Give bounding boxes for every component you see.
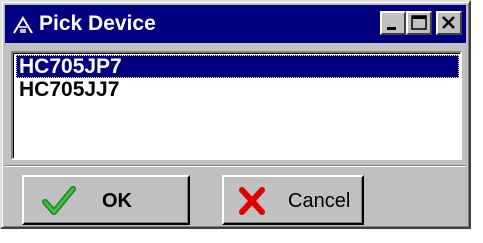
cancel-button[interactable]: Cancel (222, 175, 364, 225)
device-listbox[interactable]: HC705JP7 HC705JJ7 (11, 51, 462, 160)
minimize-button[interactable] (380, 11, 406, 35)
red-x-icon (237, 186, 267, 222)
minimize-icon (387, 27, 396, 30)
list-item-hc705jj7[interactable]: HC705JJ7 (16, 78, 459, 101)
cancel-button-label: Cancel (288, 190, 351, 212)
maximize-icon (411, 15, 427, 30)
ok-button-label: OK (102, 190, 132, 212)
separator-highlight (5, 166, 466, 167)
title-bar[interactable]: Pick Device (5, 5, 466, 43)
pick-device-dialog: Pick Device HC705JP7 HC705JJ7 OK Cancel (0, 0, 471, 229)
chip-probe-icon (11, 14, 35, 36)
checkmark-icon (42, 186, 76, 222)
window-title: Pick Device (39, 12, 156, 35)
list-item-hc705jp7[interactable]: HC705JP7 (16, 55, 459, 78)
listbox-frame: HC705JP7 HC705JJ7 (13, 53, 460, 158)
close-button[interactable] (436, 11, 462, 35)
close-icon (442, 16, 455, 29)
maximize-button[interactable] (406, 11, 432, 35)
ok-button[interactable]: OK (22, 175, 190, 225)
